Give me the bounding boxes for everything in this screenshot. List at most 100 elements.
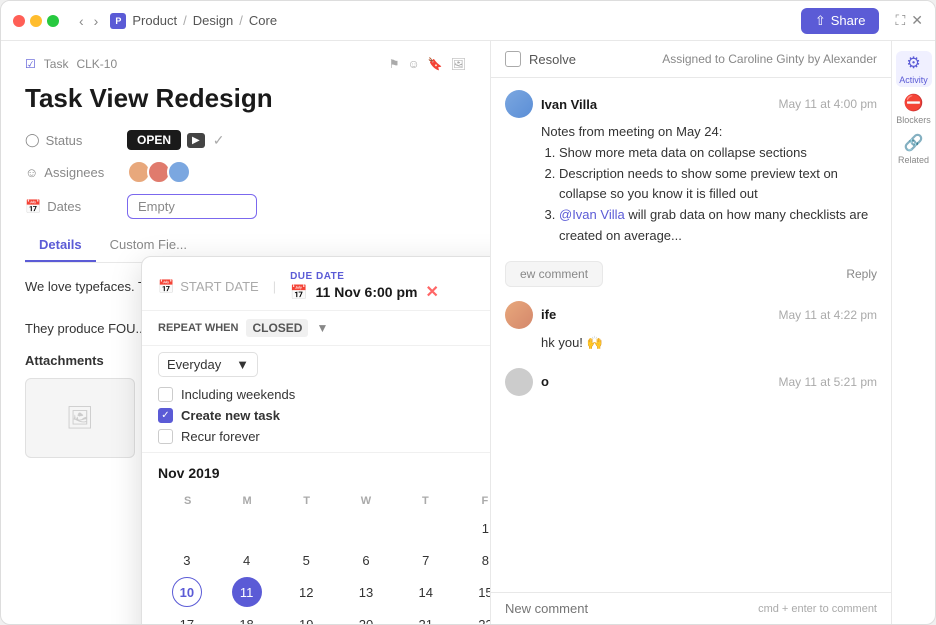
dp-chevron-icon[interactable]: ▼ — [316, 321, 328, 335]
cal-day-6[interactable]: 6 — [351, 545, 381, 575]
flag-icon[interactable]: ⚑ — [389, 57, 400, 71]
dp-clear-icon[interactable]: ✕ — [425, 282, 438, 302]
cal-head-s1: S — [158, 493, 217, 509]
breadcrumb-core[interactable]: Core — [249, 13, 277, 28]
cal-day-8[interactable]: 8 — [470, 545, 491, 575]
comment-1-item-1: Show more meta data on collapse sections — [559, 143, 877, 164]
cal-head-w: W — [336, 493, 395, 509]
dp-checkbox-weekends-row[interactable]: Including weekends — [158, 387, 491, 402]
cal-day-22[interactable]: 22 — [470, 609, 491, 624]
resolve-label[interactable]: Resolve — [529, 52, 576, 67]
activity-button[interactable]: ⚙ Activity — [896, 51, 932, 87]
related-button[interactable]: 🔗 Related — [896, 131, 932, 167]
comment-2-body: hk you! 🙌 — [541, 333, 877, 354]
cal-day-15[interactable]: 15 — [470, 577, 491, 607]
dp-frequency-value: Everyday — [167, 357, 221, 372]
dp-checkbox-weekends[interactable] — [158, 387, 173, 402]
assigned-text: Assigned to Caroline Ginty by Alexander — [662, 52, 877, 66]
comment-3-header: o May 11 at 5:21 pm — [505, 368, 877, 396]
resolve-checkbox[interactable] — [505, 51, 521, 67]
breadcrumb: P Product / Design / Core — [110, 13, 277, 29]
blockers-button[interactable]: ⛔ Blockers — [896, 91, 932, 127]
breadcrumb-design[interactable]: Design — [193, 13, 233, 28]
minimize-button[interactable] — [30, 15, 42, 27]
cal-day-20[interactable]: 20 — [351, 609, 381, 624]
dp-frequency-select[interactable]: Everyday ▼ — [158, 352, 258, 377]
dp-start-date[interactable]: 📅 START DATE — [158, 279, 259, 295]
comment-1-time: May 11 at 4:00 pm — [779, 97, 878, 111]
emoji-icon[interactable]: ☺ — [408, 57, 420, 71]
avatar-3[interactable] — [167, 160, 191, 184]
cal-day-21[interactable]: 21 — [411, 609, 441, 624]
image-icon[interactable]: 🖼 — [451, 57, 466, 71]
comment-2-header: ife May 11 at 4:22 pm — [505, 301, 877, 329]
mention-ivan[interactable]: @Ivan Villa — [559, 207, 625, 222]
assignees-label: ☺ Assignees — [25, 165, 115, 180]
cal-day-14[interactable]: 14 — [411, 577, 441, 607]
comment-2-author: ife — [541, 307, 556, 322]
expand-icon[interactable]: ⛶ — [895, 12, 905, 29]
status-check-icon[interactable]: ✓ — [213, 132, 225, 149]
back-button[interactable]: ‹ — [75, 11, 88, 31]
cal-day-empty5 — [411, 513, 441, 543]
comment-2: ife May 11 at 4:22 pm hk you! 🙌 — [505, 301, 877, 354]
dp-header: 📅 START DATE | DUE DATE 📅 11 Nov 6:00 pm… — [142, 257, 491, 311]
tag-icon[interactable]: 🔖 — [428, 57, 443, 71]
attachment-1[interactable]: 🖼 — [25, 378, 135, 458]
cal-day-17[interactable]: 17 — [172, 609, 202, 624]
close-button[interactable] — [13, 15, 25, 27]
cal-day-12[interactable]: 12 — [291, 577, 321, 607]
tab-details[interactable]: Details — [25, 229, 96, 262]
close-icon[interactable]: ✕ — [911, 12, 923, 29]
comment-1-header: Ivan Villa May 11 at 4:00 pm — [505, 90, 877, 118]
forward-button[interactable]: › — [90, 11, 103, 31]
dp-due-value-text[interactable]: 11 Nov 6:00 pm — [316, 284, 418, 300]
share-label: Share — [831, 13, 866, 28]
dates-row: 📅 Dates Empty — [25, 194, 466, 219]
cal-day-7[interactable]: 7 — [411, 545, 441, 575]
comment-3-author: o — [541, 374, 549, 389]
cal-day-19[interactable]: 19 — [291, 609, 321, 624]
left-panel: ☑ Task CLK-10 ⚑ ☺ 🔖 🖼 Task View Redesign… — [1, 41, 491, 624]
status-dropdown-icon[interactable]: ▶ — [187, 133, 205, 148]
calendar-due-icon: 📅 — [290, 284, 307, 301]
cal-day-11[interactable]: 11 — [232, 577, 262, 607]
cal-day-18[interactable]: 18 — [232, 609, 262, 624]
cal-day-1[interactable]: 1 — [470, 513, 491, 543]
new-comment-input[interactable] — [505, 601, 750, 616]
comment-3-time: May 11 at 5:21 pm — [779, 375, 878, 389]
dp-frequency-row: Everyday ▼ — [142, 346, 491, 383]
dp-checkbox-forever[interactable] — [158, 429, 173, 444]
dp-checkbox-weekends-label: Including weekends — [181, 387, 295, 402]
dp-checkbox-forever-row[interactable]: Recur forever — [158, 429, 491, 444]
calendar-icon: 📅 — [158, 279, 174, 295]
task-toolbar-icons: ⚑ ☺ 🔖 🖼 — [389, 57, 466, 71]
reply-button[interactable]: Reply — [846, 261, 877, 287]
dates-field[interactable]: Empty — [127, 194, 257, 219]
new-comment-inline[interactable]: ew comment — [505, 261, 603, 287]
assignees-avatars[interactable] — [127, 160, 191, 184]
datepicker-modal: 📅 START DATE | DUE DATE 📅 11 Nov 6:00 pm… — [141, 256, 491, 624]
dp-checkbox-newtask[interactable] — [158, 408, 173, 423]
dp-checkbox-newtask-row[interactable]: Create new task — [158, 408, 491, 423]
cal-day-4[interactable]: 4 — [232, 545, 262, 575]
breadcrumb-product[interactable]: Product — [132, 13, 177, 28]
dates-label: 📅 Dates — [25, 199, 115, 215]
resolve-bar: Resolve Assigned to Caroline Ginty by Al… — [491, 41, 891, 78]
cal-day-13[interactable]: 13 — [351, 577, 381, 607]
cal-day-10[interactable]: 10 — [172, 577, 202, 607]
maximize-button[interactable] — [47, 15, 59, 27]
cal-day-empty4 — [351, 513, 381, 543]
right-sidebar: ⚙ Activity ⛔ Blockers 🔗 Related — [891, 41, 935, 624]
cal-head-t2: T — [396, 493, 455, 509]
cal-day-5[interactable]: 5 — [291, 545, 321, 575]
comment-2-avatar — [505, 301, 533, 329]
status-badge[interactable]: OPEN — [127, 130, 181, 150]
dp-divider: | — [273, 279, 276, 294]
cal-head-f: F — [455, 493, 491, 509]
cal-day-empty1 — [172, 513, 202, 543]
share-button[interactable]: ⇧ Share — [801, 8, 880, 34]
dp-calendar: Nov 2019 ‹ › S M T W T F — [142, 453, 491, 624]
task-icon: ☑ — [25, 57, 36, 71]
cal-day-3[interactable]: 3 — [172, 545, 202, 575]
